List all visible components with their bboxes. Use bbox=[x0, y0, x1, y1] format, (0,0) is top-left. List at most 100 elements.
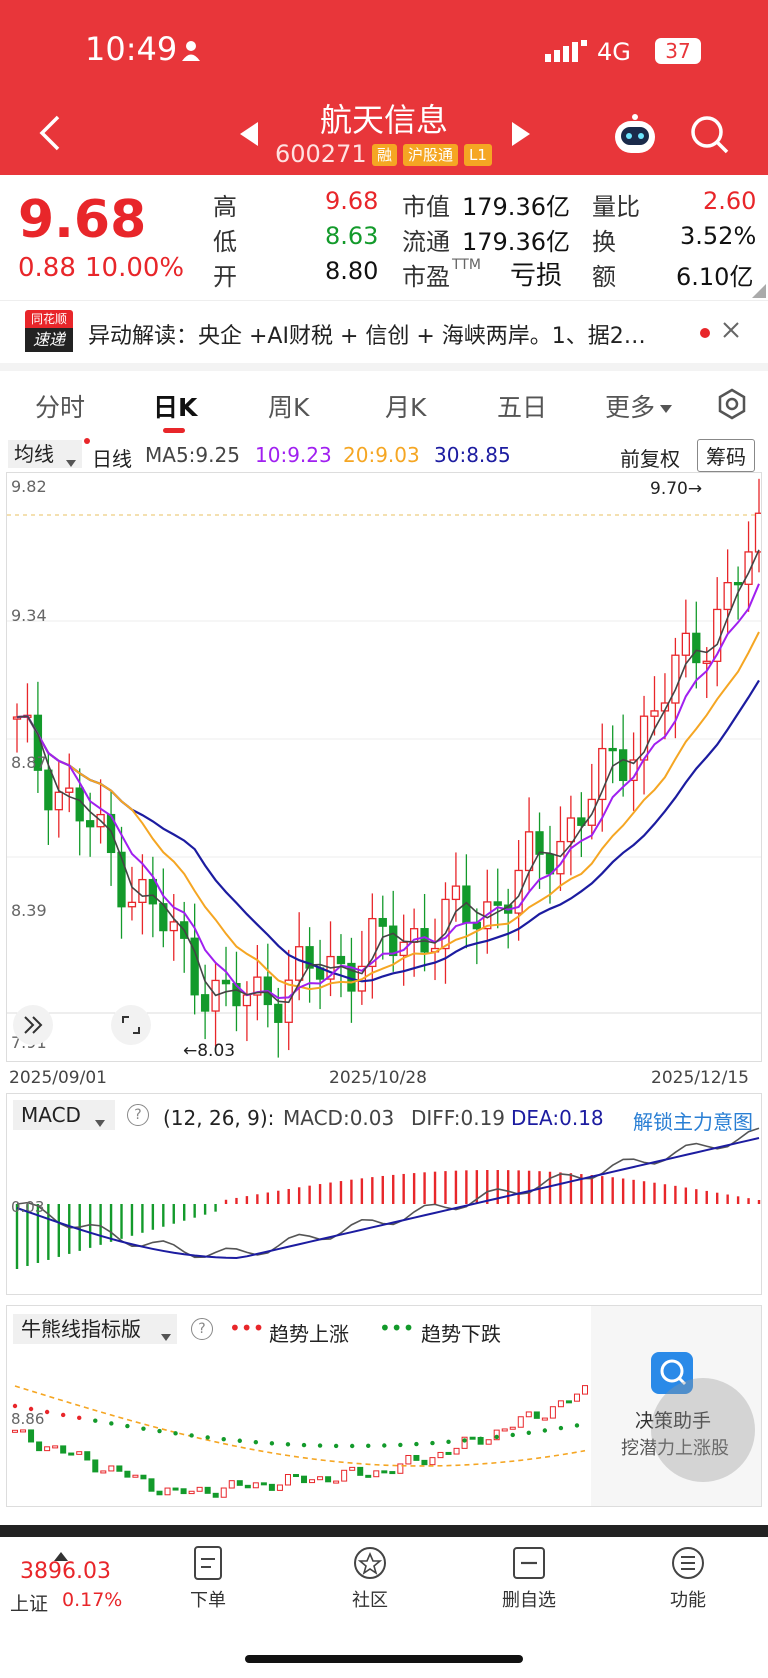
unread-dot bbox=[700, 328, 710, 338]
kline-candle bbox=[639, 715, 649, 761]
open-label: 开 bbox=[213, 263, 237, 291]
indicator-select[interactable]: 牛熊线指标版 bbox=[13, 1314, 177, 1344]
expand-left-icon[interactable] bbox=[13, 1005, 53, 1045]
bull-candle bbox=[52, 1445, 59, 1449]
vr-value: 2.60 bbox=[703, 187, 757, 215]
trend-dot bbox=[109, 1421, 114, 1426]
dea-value: DEA:0.18 bbox=[511, 1106, 604, 1130]
kline-chart-area[interactable]: 9.82 9.34 8.87 8.39 7.91 9.70→ ←8.03 202… bbox=[6, 472, 762, 1088]
high-label: 高 bbox=[213, 193, 237, 221]
y-tick-1: 9.82 bbox=[11, 477, 47, 496]
kline-candle bbox=[54, 791, 63, 811]
kline-candle bbox=[44, 769, 53, 811]
macd-panel[interactable]: MACD ? (12, 26, 9): MACD:0.03 DIFF:0.19 … bbox=[6, 1093, 762, 1295]
nav-order[interactable]: 下单 bbox=[163, 1545, 253, 1612]
tab-weekly-k[interactable]: 周K bbox=[268, 388, 309, 424]
trend-dot bbox=[301, 1442, 307, 1448]
price-change: 0.88 bbox=[18, 253, 76, 283]
bull-candle bbox=[196, 1486, 203, 1492]
bull-candle bbox=[148, 1478, 155, 1492]
tab-intraday[interactable]: 分时 bbox=[35, 388, 85, 424]
amount-label: 额 bbox=[592, 263, 616, 291]
bull-candle bbox=[373, 1470, 380, 1478]
kline-candle bbox=[524, 831, 534, 872]
trend-dot bbox=[205, 1435, 210, 1440]
bull-candle bbox=[421, 1459, 428, 1466]
nav-community[interactable]: 社区 bbox=[325, 1545, 415, 1612]
bull-candle bbox=[541, 1417, 548, 1421]
bull-candle bbox=[100, 1470, 107, 1474]
kline-candle bbox=[75, 787, 84, 822]
kline-candle bbox=[221, 979, 231, 985]
settings-icon[interactable] bbox=[716, 388, 748, 424]
kline-candle bbox=[681, 632, 690, 656]
ma-select-label: 均线 bbox=[14, 442, 54, 466]
user-icon bbox=[182, 40, 200, 62]
robot-icon[interactable] bbox=[612, 113, 658, 159]
y-tick-2: 9.34 bbox=[11, 606, 47, 625]
close-icon[interactable] bbox=[722, 321, 740, 343]
indicator-caret-icon bbox=[161, 1326, 171, 1345]
trend-dot bbox=[526, 1430, 532, 1436]
menu-icon bbox=[672, 1547, 704, 1579]
kline-svg bbox=[7, 478, 761, 1058]
bull-candle bbox=[60, 1445, 67, 1454]
floating-bubble[interactable] bbox=[651, 1378, 755, 1482]
nav-functions[interactable]: 功能 bbox=[643, 1545, 733, 1612]
downtrend-dots: ••• bbox=[379, 1316, 415, 1340]
tag-margin: 融 bbox=[372, 144, 398, 166]
period-label: 日线 bbox=[92, 447, 132, 471]
search-icon[interactable] bbox=[690, 115, 730, 159]
kline-candle bbox=[566, 817, 576, 843]
unlock-intent-link[interactable]: 解锁主力意图 bbox=[633, 1106, 753, 1135]
kline-candle bbox=[274, 1003, 283, 1023]
indicator-help-icon[interactable]: ? bbox=[191, 1318, 213, 1340]
bull-candle bbox=[381, 1470, 388, 1474]
index-pct: 0.17% bbox=[62, 1589, 123, 1611]
turn-label: 换 bbox=[592, 228, 616, 256]
news-bar[interactable]: 同花顺 速递 异动解读：央企 +AI财税 + 信创 + 海峡两岸。1、据2… bbox=[0, 300, 768, 371]
index-value[interactable]: 3896.03 bbox=[20, 1559, 111, 1584]
bull-candle bbox=[453, 1447, 460, 1455]
kline-candle bbox=[378, 917, 387, 927]
tab-monthly-k[interactable]: 月K bbox=[385, 388, 426, 424]
bull-candle bbox=[413, 1454, 420, 1461]
fullscreen-icon[interactable] bbox=[111, 1005, 151, 1045]
bull-candle bbox=[517, 1416, 524, 1428]
tab-five-day[interactable]: 五日 bbox=[497, 388, 547, 424]
tab-more[interactable]: 更多 bbox=[605, 388, 655, 424]
nav-remove-watch[interactable]: 删自选 bbox=[484, 1545, 574, 1612]
chip-button[interactable]: 筹码 bbox=[697, 439, 755, 472]
ma5-value: MA5:9.25 bbox=[145, 443, 240, 467]
news-text[interactable]: 异动解读：央企 +AI财税 + 信创 + 海峡两岸。1、据2… bbox=[88, 318, 688, 350]
kline-candle bbox=[148, 878, 158, 905]
bull-candle bbox=[301, 1475, 308, 1484]
bull-candle bbox=[357, 1466, 364, 1476]
tab-daily-k[interactable]: 日K bbox=[153, 388, 197, 424]
bull-candle bbox=[276, 1484, 283, 1491]
adjust-mode[interactable]: 前复权 bbox=[620, 443, 680, 472]
y-tick-3: 8.87 bbox=[11, 753, 47, 772]
date-mid: 2025/10/28 bbox=[329, 1068, 427, 1088]
bull-candle bbox=[36, 1441, 43, 1452]
kline-candle bbox=[200, 994, 210, 1012]
new-dot bbox=[84, 438, 90, 444]
kline-candle bbox=[723, 582, 732, 611]
trend-dot bbox=[414, 1441, 419, 1447]
kline-candle bbox=[451, 885, 461, 901]
bull-bear-panel[interactable]: 牛熊线指标版 ? ••• 趋势上涨 ••• 趋势下跌 8.86 决策助手 挖潜力… bbox=[6, 1305, 762, 1507]
decision-assistant-card[interactable]: 决策助手 挖潜力上涨股 bbox=[591, 1306, 761, 1506]
header-bar: 10:49 4G 37 航天信息 600271 融 沪股通 L1 bbox=[0, 0, 768, 175]
low-value: 8.63 bbox=[325, 222, 379, 250]
bull-candle bbox=[172, 1487, 179, 1491]
bull-candle bbox=[565, 1400, 572, 1404]
bull-candle bbox=[116, 1465, 123, 1472]
kline-candle bbox=[493, 901, 502, 906]
bull-candle bbox=[429, 1457, 436, 1466]
trend-dot bbox=[398, 1442, 403, 1448]
next-stock-icon[interactable] bbox=[510, 122, 530, 150]
bull-candle bbox=[501, 1428, 508, 1432]
macd-help-icon[interactable]: ? bbox=[127, 1104, 149, 1126]
uptrend-dots: ••• bbox=[229, 1316, 265, 1340]
low-label: 低 bbox=[213, 228, 237, 256]
